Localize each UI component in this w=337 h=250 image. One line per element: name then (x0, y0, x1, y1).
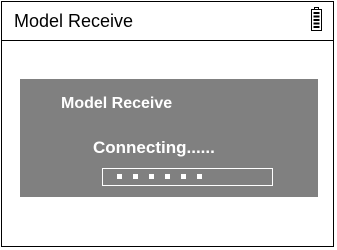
receive-dialog: Model Receive Connecting...... (20, 79, 318, 197)
progress-segment (117, 174, 122, 179)
progress-segment (133, 174, 138, 179)
progress-dots (117, 174, 202, 180)
progress-segment (197, 174, 202, 179)
device-screen: Model Receive Model Receive Connecting..… (1, 1, 334, 247)
title-bar: Model Receive (2, 2, 333, 41)
progress-bar (102, 168, 273, 186)
progress-segment (181, 174, 186, 179)
battery-icon (311, 7, 322, 31)
progress-segment (149, 174, 154, 179)
connection-status: Connecting...... (93, 138, 215, 157)
dialog-title: Model Receive (61, 95, 173, 112)
progress-segment (165, 174, 170, 179)
screen-title: Model Receive (14, 11, 134, 31)
